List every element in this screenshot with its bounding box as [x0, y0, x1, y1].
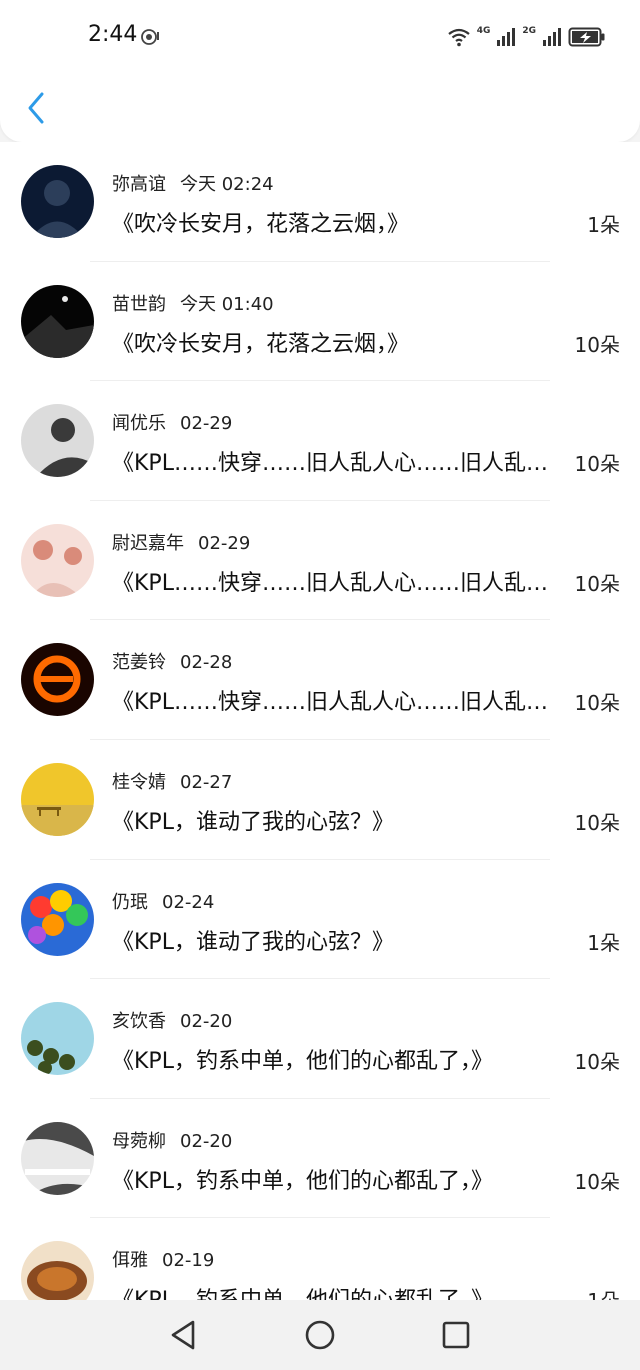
- gift-list: 弥高谊 今天 02:24 《吹冷长安月，花落之云烟，》 1朵 苗世韵 今天 01:4…: [0, 142, 640, 1300]
- flower-count: 10朵: [574, 810, 620, 835]
- book-title: 《KPL，钓系中单，他们的心都乱了，》: [112, 1282, 567, 1300]
- flower-count: 10朵: [574, 332, 620, 357]
- timestamp: 今天 01:40: [180, 293, 274, 315]
- timestamp: 02-19: [162, 1250, 215, 1272]
- battery-charging-icon: [568, 27, 605, 47]
- signal-icon-b: [543, 28, 561, 46]
- avatar[interactable]: [21, 643, 94, 717]
- user-name: 苗世韵: [112, 293, 166, 315]
- home-circle-icon[interactable]: [301, 1316, 339, 1354]
- status-icons: 4G 2G: [447, 22, 606, 52]
- flower-count: 1朵: [587, 930, 620, 955]
- wifi-icon: [448, 28, 470, 47]
- user-name: 仍珉: [112, 891, 148, 913]
- status-time: 2:44: [88, 22, 138, 47]
- timestamp: 02-20: [180, 1130, 233, 1152]
- list-item[interactable]: 闻优乐 02-29 《KPL……快穿……旧人乱人心……旧人乱人心……》 10朵: [0, 381, 640, 501]
- top-bar: 2:44 4G 2G: [0, 0, 640, 142]
- avatar[interactable]: [21, 882, 94, 956]
- list-item[interactable]: 母菀柳 02-20 《KPL，钓系中单，他们的心都乱了，》 10朵: [0, 1099, 640, 1219]
- flower-count: 1朵: [587, 1285, 620, 1300]
- user-name: 闻优乐: [112, 413, 166, 435]
- flower-count: 1朵: [587, 213, 620, 237]
- timestamp: 02-29: [198, 532, 251, 554]
- list-item[interactable]: 仍珉 02-24 《KPL，谁动了我的心弦？》 1朵: [0, 860, 640, 980]
- list-item[interactable]: 佴雅 02-19 《KPL，钓系中单，他们的心都乱了，》 1朵: [0, 1218, 640, 1300]
- book-title: 《KPL，谁动了我的心弦？》: [112, 809, 394, 835]
- avatar[interactable]: [21, 1002, 94, 1076]
- timestamp: 02-28: [180, 652, 233, 674]
- book-title: 《吹冷长安月，花落之云烟，》: [112, 212, 410, 237]
- user-name: 佴雅: [112, 1250, 148, 1272]
- flower-count: 10朵: [574, 452, 620, 477]
- timestamp: 02-27: [180, 771, 233, 793]
- avatar[interactable]: [21, 284, 94, 358]
- flower-count: 10朵: [574, 691, 620, 716]
- book-title: 《KPL……快穿……旧人乱人心……旧人乱人心……》: [112, 451, 567, 477]
- book-title: 《KPL，钓系中单，他们的心都乱了，》: [112, 1049, 493, 1075]
- avatar[interactable]: [21, 762, 94, 836]
- recent-apps-icon[interactable]: [437, 1316, 475, 1354]
- flower-count: 10朵: [574, 1050, 620, 1075]
- avatar[interactable]: [21, 165, 94, 238]
- timestamp: 今天 02:24: [180, 174, 274, 195]
- list-item[interactable]: 桂令婧 02-27 《KPL，谁动了我的心弦？》 10朵: [0, 740, 640, 860]
- network-label-b: 2G: [522, 26, 536, 36]
- list-item[interactable]: 范姜铃 02-28 《KPL……快穿……旧人乱人心……旧人乱人心……》 10朵: [0, 620, 640, 740]
- user-name: 弥高谊: [112, 174, 166, 195]
- user-name: 母菀柳: [112, 1130, 166, 1152]
- system-nav-bar: [0, 1300, 640, 1370]
- flower-count: 10朵: [574, 571, 620, 596]
- user-name: 桂令婧: [112, 771, 166, 793]
- avatar[interactable]: [21, 404, 94, 478]
- avatar[interactable]: [21, 523, 94, 597]
- book-title: 《KPL，钓系中单，他们的心都乱了，》: [112, 1168, 493, 1194]
- flower-count: 10朵: [574, 1169, 620, 1194]
- user-name: 范姜铃: [112, 652, 166, 674]
- network-label-a: 4G: [476, 26, 491, 36]
- book-title: 《KPL……快穿……旧人乱人心……旧人乱人心……》: [112, 690, 567, 716]
- user-name: 亥饮香: [112, 1011, 166, 1033]
- list-item[interactable]: 尉迟嘉年 02-29 《KPL……快穿……旧人乱人心……旧人乱人心……》 10朵: [0, 501, 640, 621]
- timestamp: 02-20: [180, 1011, 233, 1033]
- location-icon: [141, 29, 159, 45]
- avatar[interactable]: [21, 1121, 94, 1195]
- list-item[interactable]: 亥饮香 02-20 《KPL，钓系中单，他们的心都乱了，》 10朵: [0, 979, 640, 1099]
- avatar[interactable]: [21, 1241, 94, 1300]
- back-triangle-icon[interactable]: [165, 1316, 203, 1354]
- book-title: 《KPL，谁动了我的心弦？》: [112, 929, 394, 955]
- back-button[interactable]: [22, 88, 52, 128]
- book-title: 《吹冷长安月，花落之云烟，》: [112, 331, 410, 357]
- book-title: 《KPL……快穿……旧人乱人心……旧人乱人心……》: [112, 570, 567, 596]
- list-item[interactable]: 弥高谊 今天 02:24 《吹冷长安月，花落之云烟，》 1朵: [0, 142, 640, 262]
- list-item[interactable]: 苗世韵 今天 01:40 《吹冷长安月，花落之云烟，》 10朵: [0, 262, 640, 382]
- signal-icon-a: [497, 28, 516, 46]
- timestamp: 02-24: [162, 891, 215, 913]
- user-name: 尉迟嘉年: [112, 532, 184, 554]
- timestamp: 02-29: [180, 413, 233, 435]
